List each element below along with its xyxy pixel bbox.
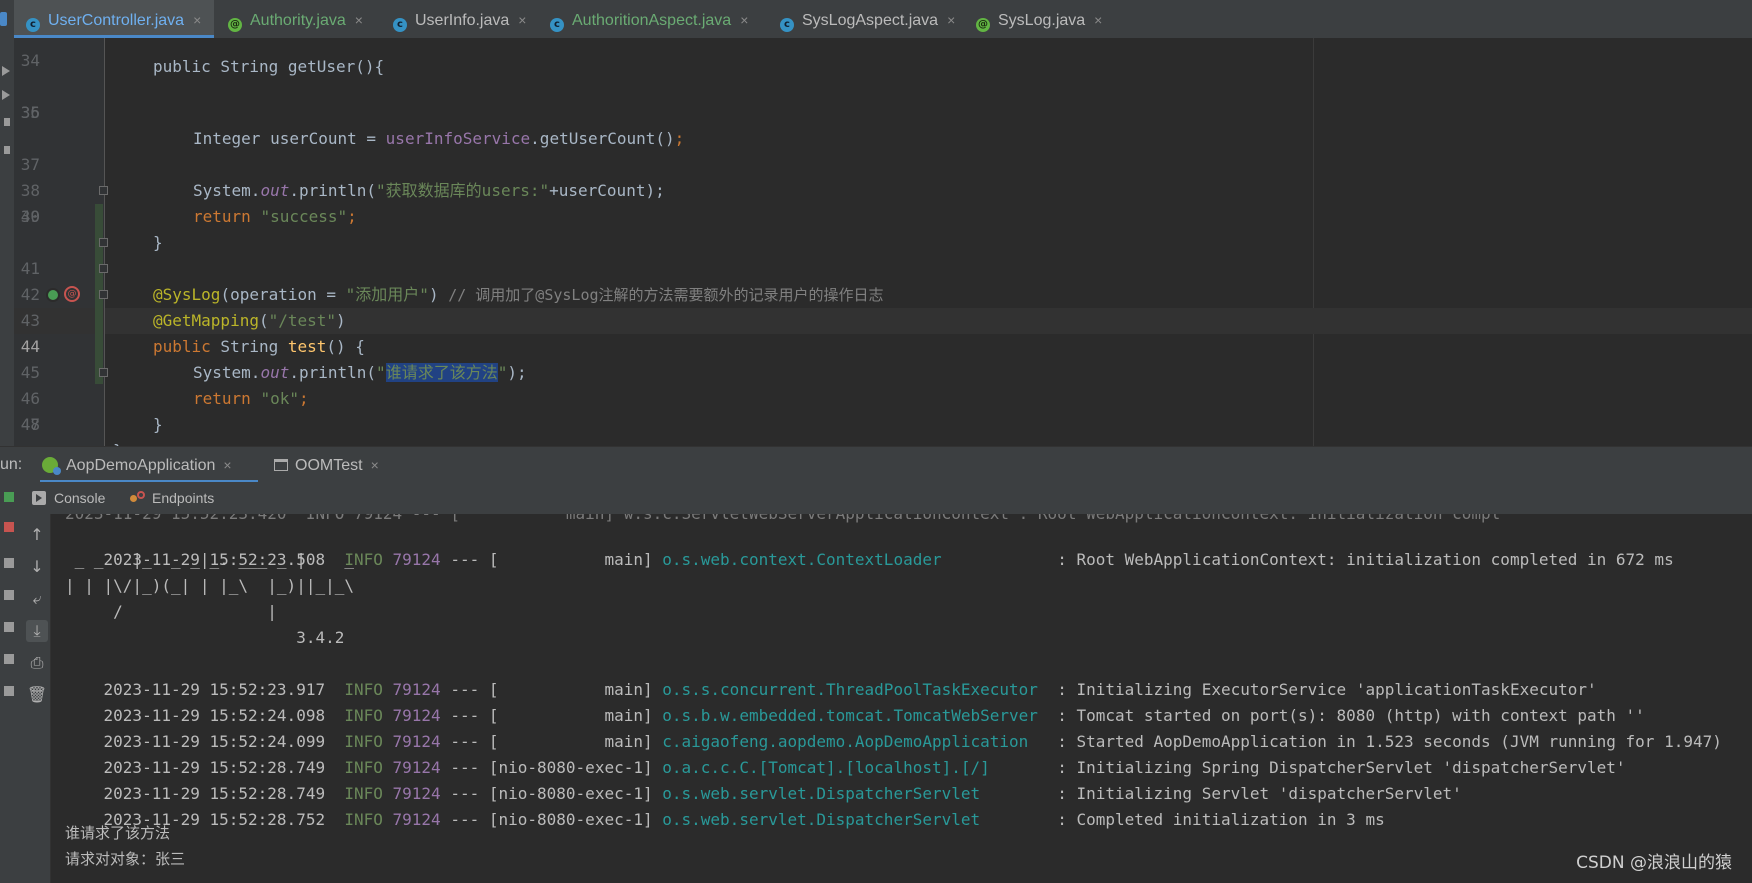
close-icon[interactable]: × xyxy=(518,12,526,28)
fold-icon[interactable] xyxy=(99,290,108,299)
window-icon xyxy=(274,459,288,471)
fold-icon[interactable] xyxy=(99,238,108,247)
code-editor[interactable]: public String getUser(){ 34 35 Integer u… xyxy=(0,38,1752,446)
annotation-icon: @ xyxy=(976,18,990,32)
tab-syslogaspect[interactable]: c SysLogAspect.java × xyxy=(780,0,955,38)
code-line: 48 xyxy=(20,415,40,434)
run-tab-oomtest[interactable]: OOMTest × xyxy=(274,447,379,483)
annotation-icon: @ xyxy=(228,18,242,32)
banner-line: | | |\/|_)(_| | |_\ |_)||_|_\ xyxy=(65,576,354,595)
close-icon[interactable]: × xyxy=(1094,12,1102,28)
tab-authority[interactable]: @ Authority.java × xyxy=(228,0,363,38)
dump-threads-icon[interactable] xyxy=(4,590,14,600)
soft-wrap-icon[interactable]: ⤶ xyxy=(26,588,48,610)
tab-syslog[interactable]: @ SysLog.java × xyxy=(976,0,1102,38)
close-icon[interactable]: × xyxy=(947,12,955,28)
code-line: 43 public String test() { xyxy=(20,311,365,356)
code-line: 35 Integer userCount = userInfoService.g… xyxy=(20,103,685,148)
print-icon[interactable]: ⎙ xyxy=(26,652,48,674)
subtab-console[interactable]: Console xyxy=(32,482,105,514)
watermark: CSDN @浪浪山的猿 xyxy=(1576,853,1732,873)
banner-line: / | xyxy=(65,602,277,621)
code-line: 37 System.out.println("获取数据库的users:"+use… xyxy=(20,155,665,200)
subtab-endpoints[interactable]: Endpoints xyxy=(130,482,214,514)
banner-version: 3.4.2 xyxy=(65,628,345,647)
spring-mapping-icon[interactable] xyxy=(46,288,60,302)
close-icon[interactable]: × xyxy=(355,12,363,28)
console-log-line: 2023-11-29 15:52:24.099 INFO 79124 --- [… xyxy=(103,732,1722,751)
console-log-line: 2023-11-29 15:52:23.508 INFO 79124 --- [… xyxy=(103,550,1674,569)
spring-boot-icon xyxy=(42,457,61,475)
run-side-strip xyxy=(0,482,23,883)
code-line: 34 xyxy=(20,51,40,70)
program-output-line: 谁请求了该方法 xyxy=(65,824,171,842)
run-tab-aopdemoapplication[interactable]: AopDemoApplication × xyxy=(40,447,258,483)
stop-icon[interactable] xyxy=(4,522,14,532)
endpoints-icon xyxy=(130,491,146,505)
arrow-up-icon[interactable]: ↑ xyxy=(26,524,48,546)
close-icon[interactable]: × xyxy=(193,12,201,28)
code-line: 47 } xyxy=(20,415,123,446)
console-log-line: 2023-11-29 15:52:23.917 INFO 79124 --- [… xyxy=(103,680,1597,699)
fold-icon[interactable] xyxy=(99,264,108,273)
tab-authoritionaspect[interactable]: c AuthoritionAspect.java × xyxy=(550,0,748,38)
console-log-line: 2023-11-29 15:52:24.098 INFO 79124 --- [… xyxy=(103,706,1645,725)
tab-usercontroller[interactable]: c UserController.java × xyxy=(14,0,214,38)
console-log-line: 2023-11-29 15:52:28.749 INFO 79124 --- [… xyxy=(103,784,1462,803)
fold-icon[interactable] xyxy=(99,186,108,195)
close-icon[interactable]: × xyxy=(223,457,231,473)
program-output-line: 请求对对象：张三 xyxy=(65,850,186,868)
class-icon: c xyxy=(780,18,794,32)
close-icon[interactable]: × xyxy=(371,457,379,473)
code-line: 39 } xyxy=(20,207,163,252)
console-output[interactable]: 2023-11-29 15:52:23.420 INFO 79124 --- [… xyxy=(51,514,1752,883)
class-icon: c xyxy=(550,18,564,32)
close-icon[interactable]: × xyxy=(740,12,748,28)
fold-icon[interactable] xyxy=(99,368,108,377)
project-icon[interactable] xyxy=(0,12,7,26)
console-icon xyxy=(32,491,46,505)
run-tool-window-header: un: AopDemoApplication × OOMTest × xyxy=(0,446,1752,483)
banner-line: _ _ |_ _ _|_. ___ _ | _ xyxy=(65,550,354,569)
aspect-advice-icon[interactable]: @ xyxy=(64,286,80,302)
tab-userinfo[interactable]: c UserInfo.java × xyxy=(393,0,526,38)
settings-icon[interactable] xyxy=(4,622,14,632)
code-line: 40 xyxy=(20,207,40,226)
code-line: 41 @SysLog(operation = "添加用户") // 调用加了@S… xyxy=(20,259,884,304)
trash-icon[interactable]: 🗑 xyxy=(26,684,48,706)
scroll-to-end-icon[interactable]: ⤓ xyxy=(26,620,48,642)
layout-icon[interactable] xyxy=(4,654,14,664)
console-log-line: 2023-11-29 15:52:28.749 INFO 79124 --- [… xyxy=(103,758,1626,777)
code-line-current: 44 System.out.println("谁请求了该方法"); xyxy=(20,337,527,382)
pause-icon[interactable] xyxy=(4,558,14,568)
class-icon: c xyxy=(26,18,40,32)
rerun-icon[interactable] xyxy=(4,492,14,502)
code-line: 38 return "success"; xyxy=(20,181,357,226)
console-toolbar: ↑ ↓ ⤶ ⤓ ⎙ 🗑 xyxy=(22,514,51,883)
code-line: 42 @GetMapping("/test") xyxy=(20,285,346,330)
arrow-down-icon[interactable]: ↓ xyxy=(26,556,48,578)
pin-icon[interactable] xyxy=(4,686,14,696)
run-subtabs: Console Endpoints xyxy=(22,482,1752,514)
editor-tab-bar: c UserController.java × @ Authority.java × c… xyxy=(0,0,1752,39)
code-line: 36 xyxy=(20,103,40,122)
code-line: 46 } xyxy=(20,389,163,434)
console-log-line: 2023-11-29 15:52:28.752 INFO 79124 --- [… xyxy=(103,810,1385,829)
class-icon: c xyxy=(393,18,407,32)
code-line: 45 return "ok"; xyxy=(20,363,309,408)
